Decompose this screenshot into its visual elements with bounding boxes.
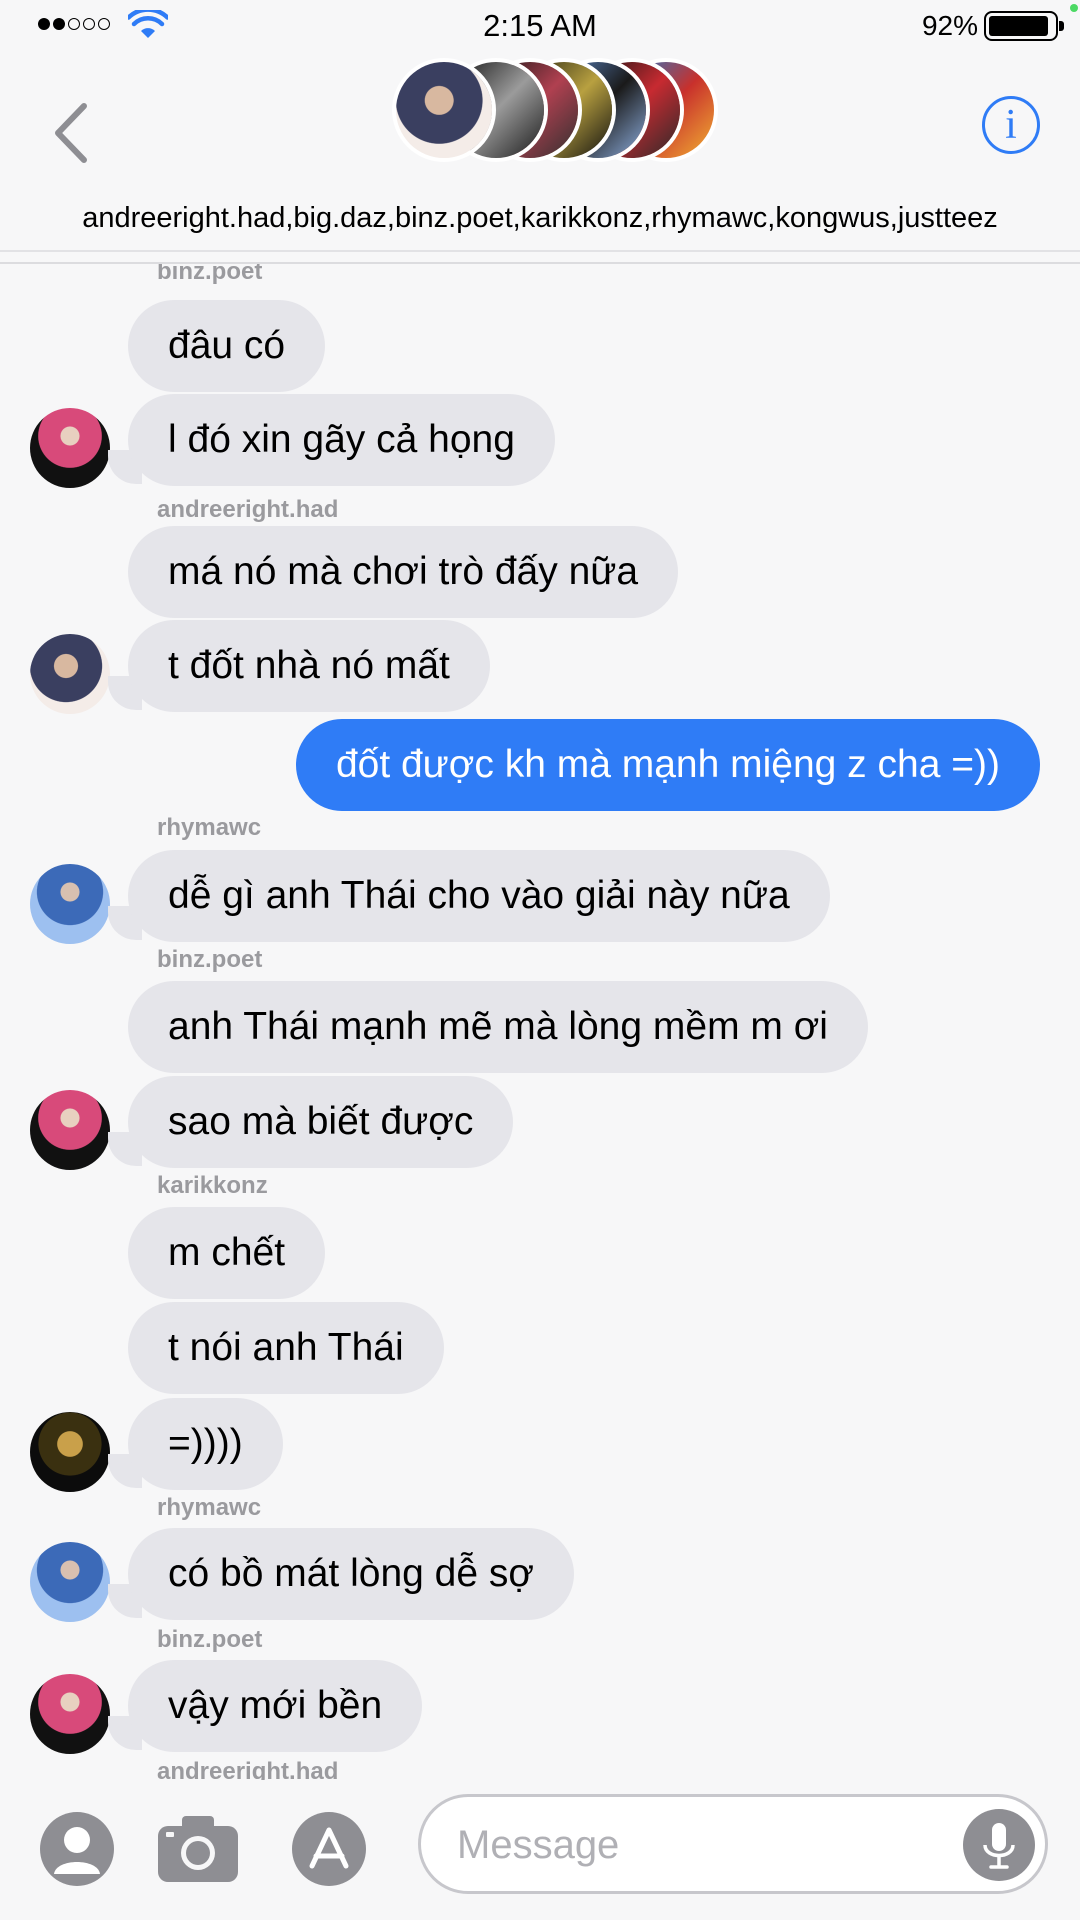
message-input[interactable] (457, 1817, 937, 1873)
sender-name: andreeright.had (157, 1758, 339, 1780)
avatar[interactable] (30, 1674, 110, 1754)
group-avatar-stack[interactable] (392, 58, 722, 168)
message-bubble[interactable]: l đó xin gãy cả họng (128, 394, 555, 486)
conversation-header: i andreeright.had,big.daz,binz.poet,kari… (0, 52, 1080, 264)
avatar[interactable] (30, 1542, 110, 1622)
info-icon[interactable]: i (982, 96, 1040, 154)
sender-name: karikkonz (157, 1172, 268, 1199)
avatar[interactable] (30, 1412, 110, 1492)
message-list[interactable]: binz.poet đâu có l đó xin gãy cả họng an… (0, 264, 1080, 1780)
avatar[interactable] (30, 408, 110, 488)
message-bubble[interactable]: má nó mà chơi trò đấy nữa (128, 526, 679, 618)
message-bubble[interactable]: đâu có (128, 300, 326, 392)
message-bubble[interactable]: có bồ mát lòng dễ sợ (128, 1528, 574, 1620)
avatar[interactable] (30, 864, 110, 944)
sender-name: rhymawc (157, 814, 262, 841)
message-input-field[interactable] (418, 1794, 1048, 1894)
avatar[interactable] (30, 1090, 110, 1170)
battery-icon (984, 11, 1064, 41)
status-bar: 2:15 AM 92% (0, 0, 1080, 52)
participants-list[interactable]: andreeright.had,big.daz,binz.poet,karikk… (0, 202, 1080, 235)
microphone-icon[interactable] (963, 1809, 1035, 1881)
outgoing-message-bubble[interactable]: đốt được kh mà mạnh miệng z cha =)) (295, 719, 1040, 811)
sender-name: binz.poet (157, 1626, 263, 1653)
group-avatar-1 (392, 58, 496, 162)
message-bubble[interactable]: vậy mới bền (128, 1660, 423, 1752)
status-time: 2:15 AM (483, 8, 597, 43)
sender-name: binz.poet (157, 946, 263, 973)
message-bubble[interactable]: m chết (128, 1207, 326, 1299)
sender-name: rhymawc (157, 1494, 262, 1521)
message-bubble[interactable]: anh Thái mạnh mẽ mà lòng mềm m ơi (128, 981, 868, 1073)
status-indicator-dot (1070, 4, 1078, 12)
battery-percentage: 92% (921, 10, 978, 41)
sender-name: andreeright.had (157, 496, 339, 523)
message-bubble[interactable]: dễ gì anh Thái cho vào giải này nữa (128, 850, 830, 942)
back-chevron-icon[interactable] (46, 98, 106, 168)
message-bubble[interactable]: t nói anh Thái (128, 1302, 444, 1394)
sender-name: binz.poet (157, 264, 263, 285)
compose-bar (0, 1780, 1080, 1920)
camera-icon[interactable] (156, 1812, 240, 1884)
app-store-icon[interactable] (292, 1812, 366, 1886)
header-divider (0, 250, 1080, 252)
message-bubble[interactable]: =)))) (128, 1398, 283, 1490)
message-bubble[interactable]: sao mà biết được (128, 1076, 514, 1168)
avatar[interactable] (30, 634, 110, 714)
contact-icon[interactable] (40, 1812, 114, 1886)
message-bubble[interactable]: t đốt nhà nó mất (128, 620, 490, 712)
